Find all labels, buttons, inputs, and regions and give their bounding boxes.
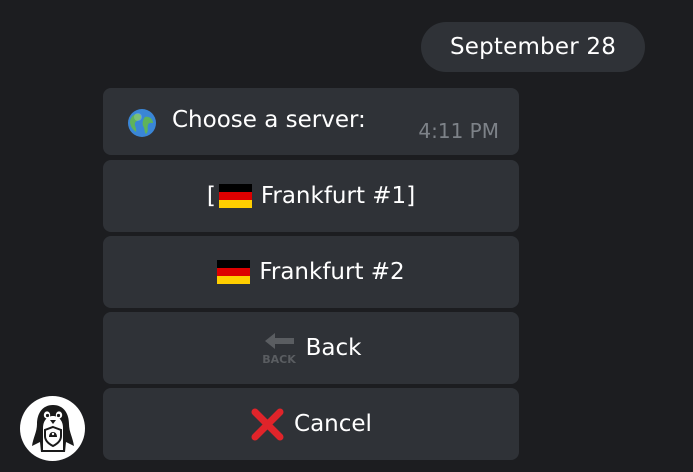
server-button-frankfurt-1[interactable]: [ Frankfurt #1 ] (103, 160, 519, 232)
date-label: September 28 (449, 34, 617, 60)
selected-bracket-open: [ (206, 183, 216, 209)
server-button-frankfurt-2[interactable]: Frankfurt #2 (103, 236, 519, 308)
message-time: 4:11 PM (418, 119, 499, 143)
germany-flag-icon (218, 184, 252, 208)
back-icon-text: BACK (262, 353, 296, 365)
back-button[interactable]: BACK Back (103, 312, 519, 384)
bot-message: Choose a server: 4:11 PM (103, 88, 519, 155)
cancel-button[interactable]: Cancel (103, 388, 519, 460)
server-label: Frankfurt #2 (259, 259, 405, 285)
back-arrow-icon: BACK (262, 333, 296, 365)
bot-avatar[interactable] (20, 396, 85, 461)
date-separator: September 28 (421, 22, 645, 72)
red-cross-icon (251, 408, 284, 440)
selected-bracket-close: ] (406, 183, 416, 209)
cancel-label: Cancel (294, 411, 372, 437)
server-label: Frankfurt #1 (260, 183, 407, 209)
back-label: Back (305, 335, 362, 361)
germany-flag-icon (217, 260, 251, 284)
chat-area: September 28 Choose a server: 4:11 PM [ … (0, 0, 693, 472)
penguin-shield-icon (31, 404, 74, 452)
globe-icon (128, 109, 156, 137)
message-text: Choose a server: (172, 107, 366, 133)
